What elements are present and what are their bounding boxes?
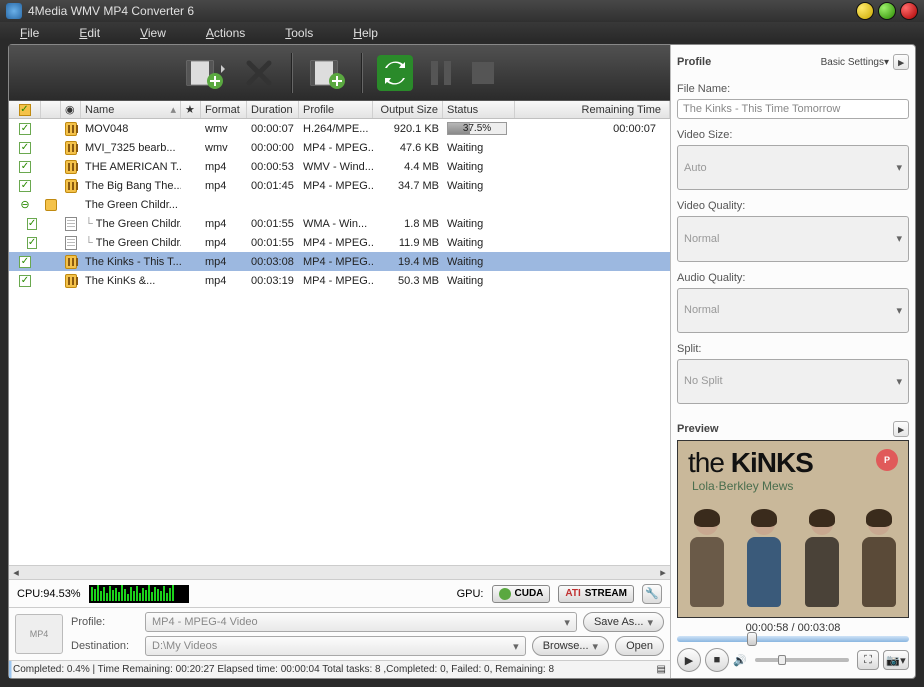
- filename-label: File Name:: [677, 83, 909, 95]
- menu-edit[interactable]: Edit: [79, 26, 100, 40]
- file-row[interactable]: ✓THE AMERICAN T...mp400:00:53WMV - Wind.…: [9, 157, 670, 176]
- preview-title: Preview: [677, 423, 719, 435]
- header-status[interactable]: Status: [443, 101, 515, 118]
- ati-badge: ATISTREAM: [558, 585, 634, 603]
- header-disc-icon[interactable]: ◉: [61, 101, 81, 118]
- play-button[interactable]: ▶: [677, 648, 701, 672]
- preview-section-header: Preview ▸: [677, 418, 909, 440]
- cpu-label: CPU:94.53%: [17, 588, 81, 600]
- fullscreen-button[interactable]: ⛶: [857, 650, 879, 670]
- preview-collapse-button[interactable]: ▸: [893, 421, 909, 437]
- header-format[interactable]: Format: [201, 101, 247, 118]
- pause-button[interactable]: [427, 55, 455, 91]
- profile-collapse-button[interactable]: ▸: [893, 54, 909, 70]
- titlebar: 4Media WMV MP4 Converter 6: [0, 0, 924, 22]
- cuda-badge: CUDA: [492, 585, 551, 603]
- add-output-button[interactable]: [307, 55, 347, 91]
- status-text: Completed: 0.4% | Time Remaining: 00:20:…: [13, 664, 554, 675]
- destination-label: Destination:: [71, 640, 139, 652]
- menu-actions[interactable]: Actions: [206, 26, 245, 40]
- close-button[interactable]: [900, 2, 918, 20]
- volume-icon[interactable]: 🔊: [733, 654, 747, 667]
- videoquality-combo[interactable]: Normal▾: [677, 216, 909, 261]
- menu-help[interactable]: Help: [353, 26, 378, 40]
- header-star-icon[interactable]: ★: [181, 101, 201, 118]
- status-bar: Completed: 0.4% | Time Remaining: 00:20:…: [9, 660, 670, 678]
- bottom-panel: MP4 Profile: MP4 - MPEG-4 Video▾ Save As…: [9, 607, 670, 660]
- preview-stop-button[interactable]: ■: [705, 648, 729, 672]
- header-output[interactable]: Output Size: [373, 101, 443, 118]
- destination-combo[interactable]: D:\My Videos▾: [145, 636, 526, 656]
- audioquality-label: Audio Quality:: [677, 272, 909, 284]
- file-row[interactable]: ✓MVI_7325 bearb...wmv00:00:00MP4 - MPEG.…: [9, 138, 670, 157]
- gpu-settings-button[interactable]: 🔧: [642, 584, 662, 604]
- volume-slider[interactable]: [755, 658, 849, 662]
- filename-input[interactable]: The Kinks - This Time Tomorrow: [677, 99, 909, 119]
- menu-tools[interactable]: Tools: [285, 26, 313, 40]
- add-file-button[interactable]: [183, 55, 227, 91]
- gpu-label: GPU:: [457, 588, 484, 600]
- seek-slider[interactable]: [677, 636, 909, 642]
- menu-view[interactable]: View: [140, 26, 166, 40]
- file-row[interactable]: ✓The KinKs &...mp400:03:19MP4 - MPEG...5…: [9, 271, 670, 290]
- snapshot-button[interactable]: 📷▾: [883, 650, 909, 670]
- preview-time: 00:00:58 / 00:03:08: [677, 622, 909, 634]
- cpu-gpu-row: CPU:94.53% GPU: CUDA ATISTREAM 🔧: [9, 579, 670, 607]
- split-label: Split:: [677, 343, 909, 355]
- profile-section-header: Profile Basic Settings▾ ▸: [677, 51, 909, 73]
- profile-combo[interactable]: MP4 - MPEG-4 Video▾: [145, 612, 577, 632]
- file-grid[interactable]: ✓MOV048wmv00:00:07H.264/MPE...920.1 KB37…: [9, 119, 670, 565]
- stop-button[interactable]: [469, 55, 497, 91]
- profile-label: Profile:: [71, 616, 139, 628]
- minimize-button[interactable]: [856, 2, 874, 20]
- file-row[interactable]: ✓└The Green Childr...mp400:01:55WMA - Wi…: [9, 214, 670, 233]
- videoquality-label: Video Quality:: [677, 200, 909, 212]
- header-remaining[interactable]: Remaining Time: [515, 101, 670, 118]
- open-button[interactable]: Open: [615, 636, 664, 656]
- file-row[interactable]: ✓MOV048wmv00:00:07H.264/MPE...920.1 KB37…: [9, 119, 670, 138]
- header-check[interactable]: ✓: [9, 101, 41, 118]
- profile-thumb: MP4: [15, 614, 63, 654]
- browse-button[interactable]: Browse...▾: [532, 636, 609, 656]
- main-toolbar: [9, 45, 670, 101]
- delete-button[interactable]: [241, 55, 277, 91]
- h-scrollbar[interactable]: ◂▸: [9, 565, 670, 579]
- list-header: ✓ ◉ Name▴ ★ Format Duration Profile Outp…: [9, 101, 670, 119]
- maximize-button[interactable]: [878, 2, 896, 20]
- preview-image: the KiNKS Lola·Berkley Mews P: [677, 440, 909, 618]
- folder-row[interactable]: ⊖The Green Childr...: [9, 195, 670, 214]
- videosize-label: Video Size:: [677, 129, 909, 141]
- window-title: 4Media WMV MP4 Converter 6: [28, 4, 852, 18]
- saveas-button[interactable]: Save As...▾: [583, 612, 664, 632]
- header-name[interactable]: Name▴: [81, 101, 181, 118]
- app-icon: [6, 3, 22, 19]
- file-row[interactable]: ✓The Big Bang The...mp400:01:45MP4 - MPE…: [9, 176, 670, 195]
- menubar: File Edit View Actions Tools Help: [0, 22, 924, 44]
- task-list-icon[interactable]: ▤: [657, 664, 666, 675]
- profile-title: Profile: [677, 56, 711, 68]
- convert-button[interactable]: [377, 55, 413, 91]
- cpu-meter: [89, 585, 189, 603]
- menu-file[interactable]: File: [20, 26, 39, 40]
- header-profile[interactable]: Profile: [299, 101, 373, 118]
- basic-settings-dropdown[interactable]: Basic Settings▾: [821, 57, 889, 68]
- file-row[interactable]: ✓└The Green Childr...mp400:01:55MP4 - MP…: [9, 233, 670, 252]
- videosize-combo[interactable]: Auto▾: [677, 145, 909, 190]
- audioquality-combo[interactable]: Normal▾: [677, 288, 909, 333]
- file-row[interactable]: ✓The Kinks - This T...mp400:03:08MP4 - M…: [9, 252, 670, 271]
- split-combo[interactable]: No Split▾: [677, 359, 909, 404]
- header-duration[interactable]: Duration: [247, 101, 299, 118]
